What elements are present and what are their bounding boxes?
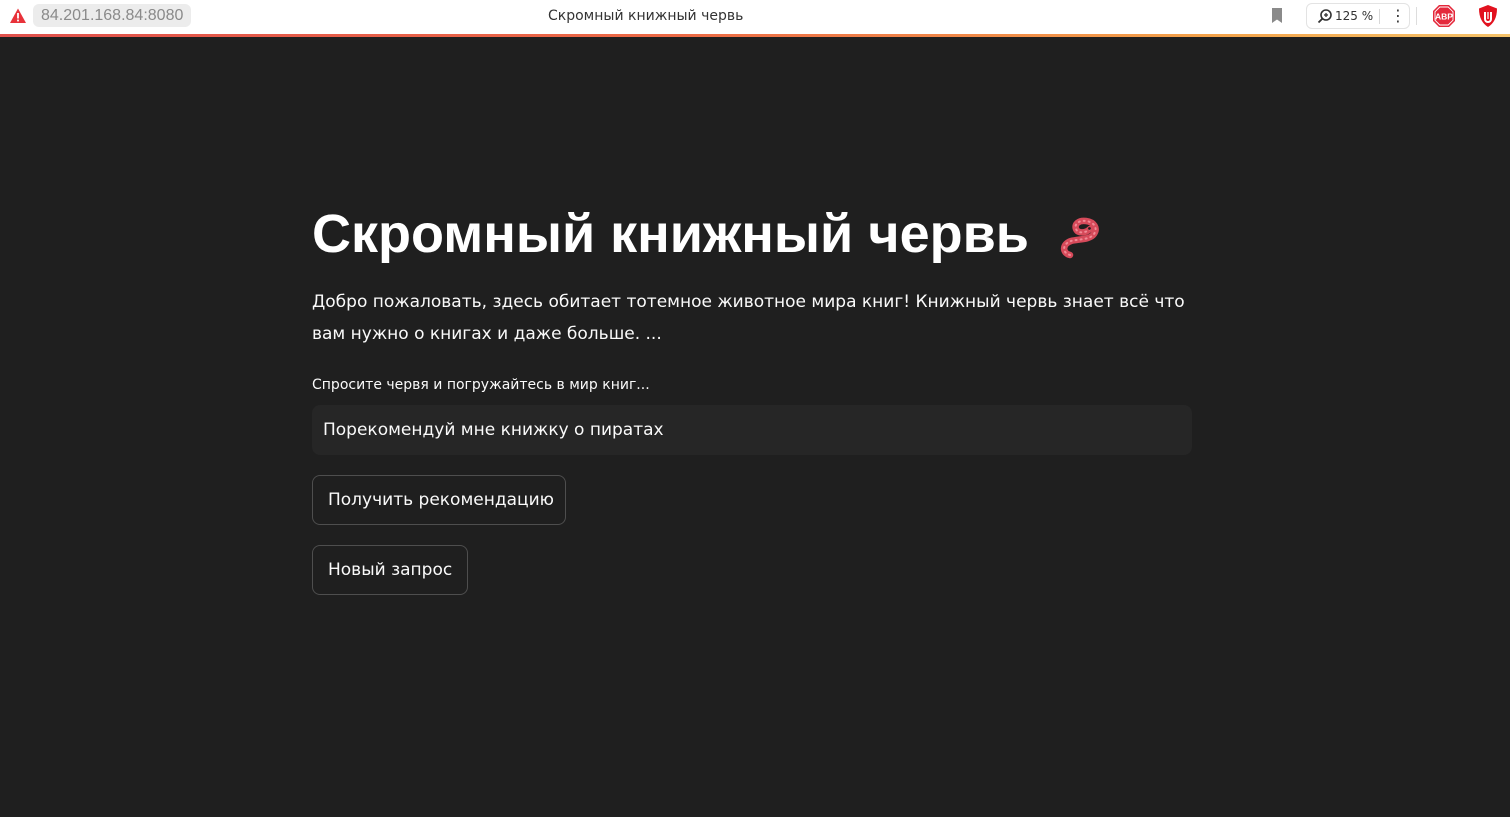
bookmark-icon[interactable] bbox=[1268, 6, 1286, 26]
warning-icon[interactable] bbox=[9, 7, 27, 25]
more-menu-icon[interactable]: ⋮ bbox=[1390, 6, 1406, 26]
ublock-icon[interactable] bbox=[1477, 4, 1499, 28]
worm-icon bbox=[1059, 213, 1105, 259]
address-bar[interactable]: 84.201.168.84:8080 bbox=[33, 4, 192, 27]
svg-text:ABP: ABP bbox=[1435, 12, 1453, 22]
page-title: Скромный книжный червь bbox=[312, 204, 1029, 264]
query-input[interactable] bbox=[312, 405, 1192, 455]
query-label: Спросите червя и погружайтесь в мир книг… bbox=[312, 377, 650, 393]
zoom-icon[interactable] bbox=[1317, 8, 1333, 24]
get-recommendation-button[interactable]: Получить рекомендацию bbox=[312, 475, 566, 525]
zoom-divider bbox=[1379, 9, 1380, 24]
tab-title: Скромный книжный червь bbox=[548, 8, 744, 24]
browser-accent-line bbox=[0, 34, 1510, 37]
adblock-plus-icon[interactable]: ABP bbox=[1432, 4, 1456, 28]
zoom-control[interactable]: 125 % ⋮ bbox=[1306, 3, 1410, 29]
zoom-level: 125 % bbox=[1335, 9, 1374, 23]
intro-text: Добро пожаловать, здесь обитает тотемное… bbox=[312, 292, 1185, 344]
toolbar-divider bbox=[1416, 7, 1417, 25]
new-query-button[interactable]: Новый запрос bbox=[312, 545, 468, 595]
browser-toolbar: 84.201.168.84:8080 Скромный книжный черв… bbox=[0, 0, 1510, 34]
